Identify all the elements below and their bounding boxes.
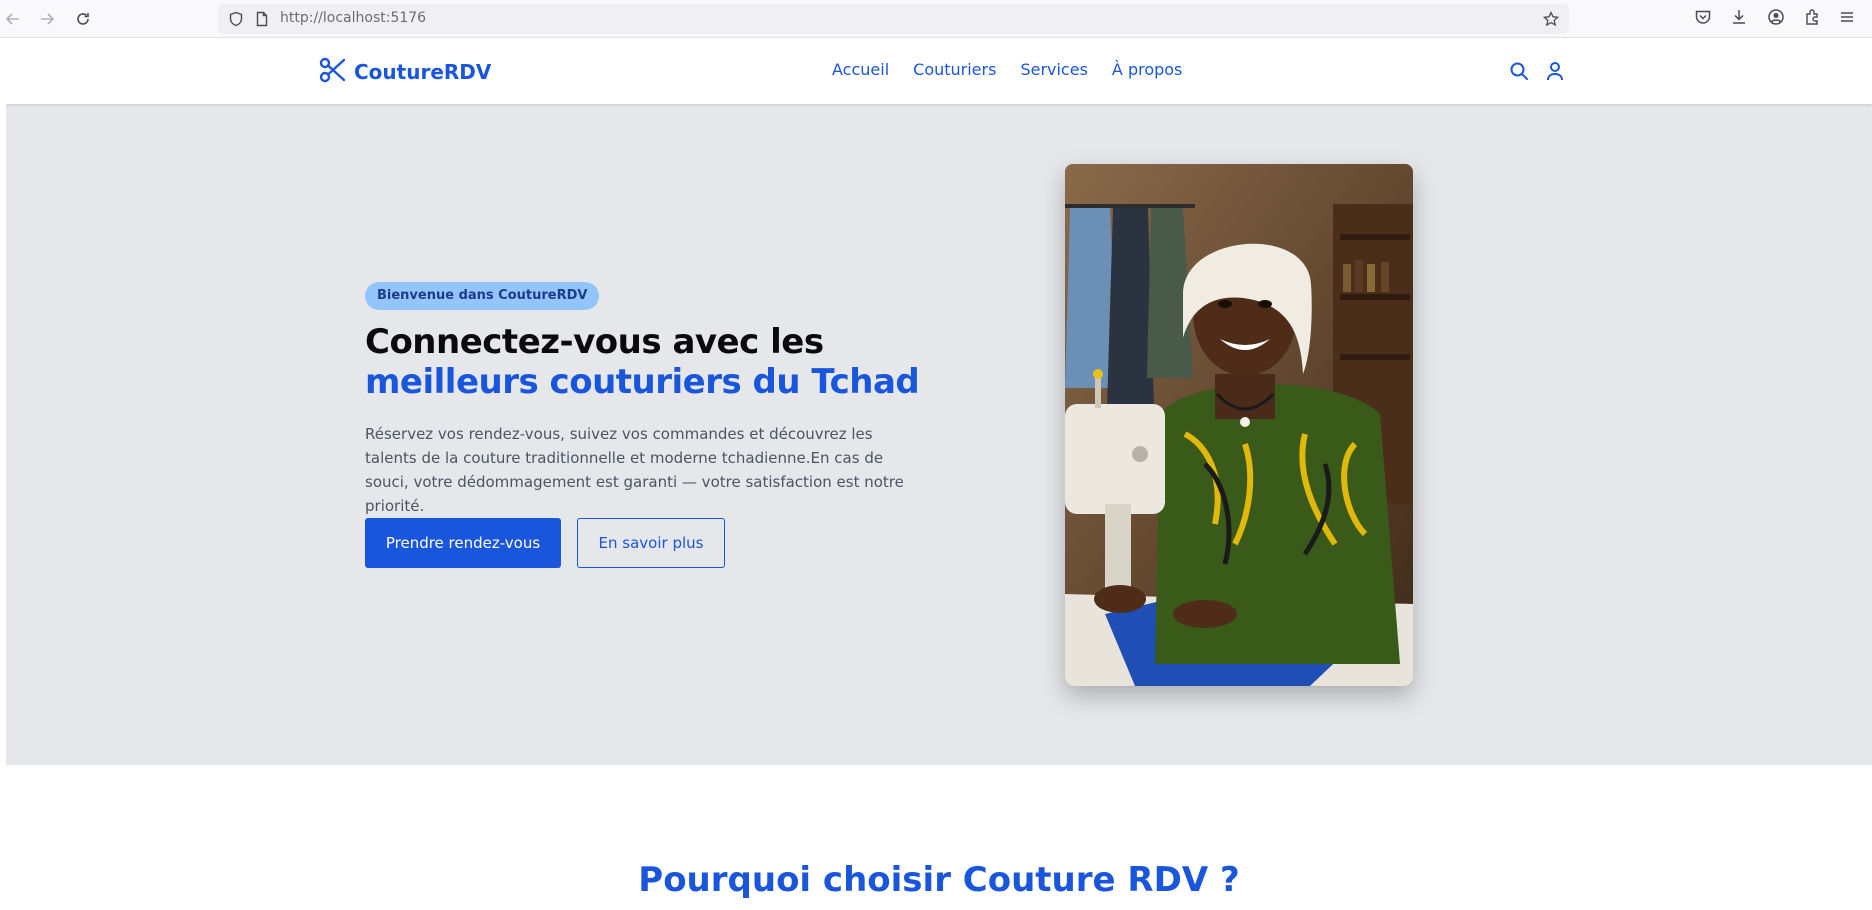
features-title: Pourquoi choisir Couture RDV ? <box>638 860 1240 900</box>
page-viewport: CoutureRDV Accueil Couturiers Services À… <box>6 38 1872 910</box>
hero-description: Réservez vos rendez-vous, suivez vos com… <box>365 425 904 515</box>
page-icon[interactable] <box>254 11 270 27</box>
search-icon[interactable] <box>1508 60 1530 82</box>
main-nav: Accueil Couturiers Services À propos <box>832 60 1182 79</box>
url-text[interactable]: http://localhost:5176 <box>280 10 426 26</box>
nav-link-a-propos[interactable]: À propos <box>1112 60 1182 79</box>
hero-title-line2: meilleurs couturiers du Tchad <box>365 362 920 402</box>
site-header: CoutureRDV Accueil Couturiers Services À… <box>6 38 1872 104</box>
logo[interactable]: CoutureRDV <box>318 56 491 88</box>
user-icon[interactable] <box>1544 60 1566 82</box>
bookmark-star-icon[interactable] <box>1542 10 1560 27</box>
extensions-icon[interactable] <box>1803 8 1823 28</box>
nav-link-services[interactable]: Services <box>1020 60 1087 79</box>
scissors-icon <box>318 56 346 88</box>
hero-title-line1: Connectez-vous avec les <box>365 322 824 362</box>
shield-icon[interactable] <box>228 11 244 27</box>
hero-title: Connectez-vous avec les meilleurs coutur… <box>365 322 920 402</box>
hero-image-seamstress <box>1065 164 1413 686</box>
logo-text: CoutureRDV <box>354 60 492 84</box>
reload-icon[interactable] <box>72 8 94 30</box>
nav-link-accueil[interactable]: Accueil <box>832 60 889 79</box>
book-appointment-button[interactable]: Prendre rendez-vous <box>365 518 561 568</box>
nav-link-couturiers[interactable]: Couturiers <box>913 60 996 79</box>
hero-section: Bienvenue dans CoutureRDV Connectez-vous… <box>6 104 1872 765</box>
account-icon[interactable] <box>1767 8 1787 28</box>
address-bar[interactable]: http://localhost:5176 <box>218 4 1569 34</box>
back-icon[interactable] <box>2 8 24 30</box>
pocket-icon[interactable] <box>1694 8 1714 28</box>
welcome-badge: Bienvenue dans CoutureRDV <box>365 282 600 310</box>
learn-more-button[interactable]: En savoir plus <box>577 518 725 568</box>
download-icon[interactable] <box>1730 8 1750 28</box>
forward-icon[interactable] <box>36 8 58 30</box>
menu-icon[interactable] <box>1838 8 1858 28</box>
browser-toolbar: http://localhost:5176 <box>0 0 1872 38</box>
